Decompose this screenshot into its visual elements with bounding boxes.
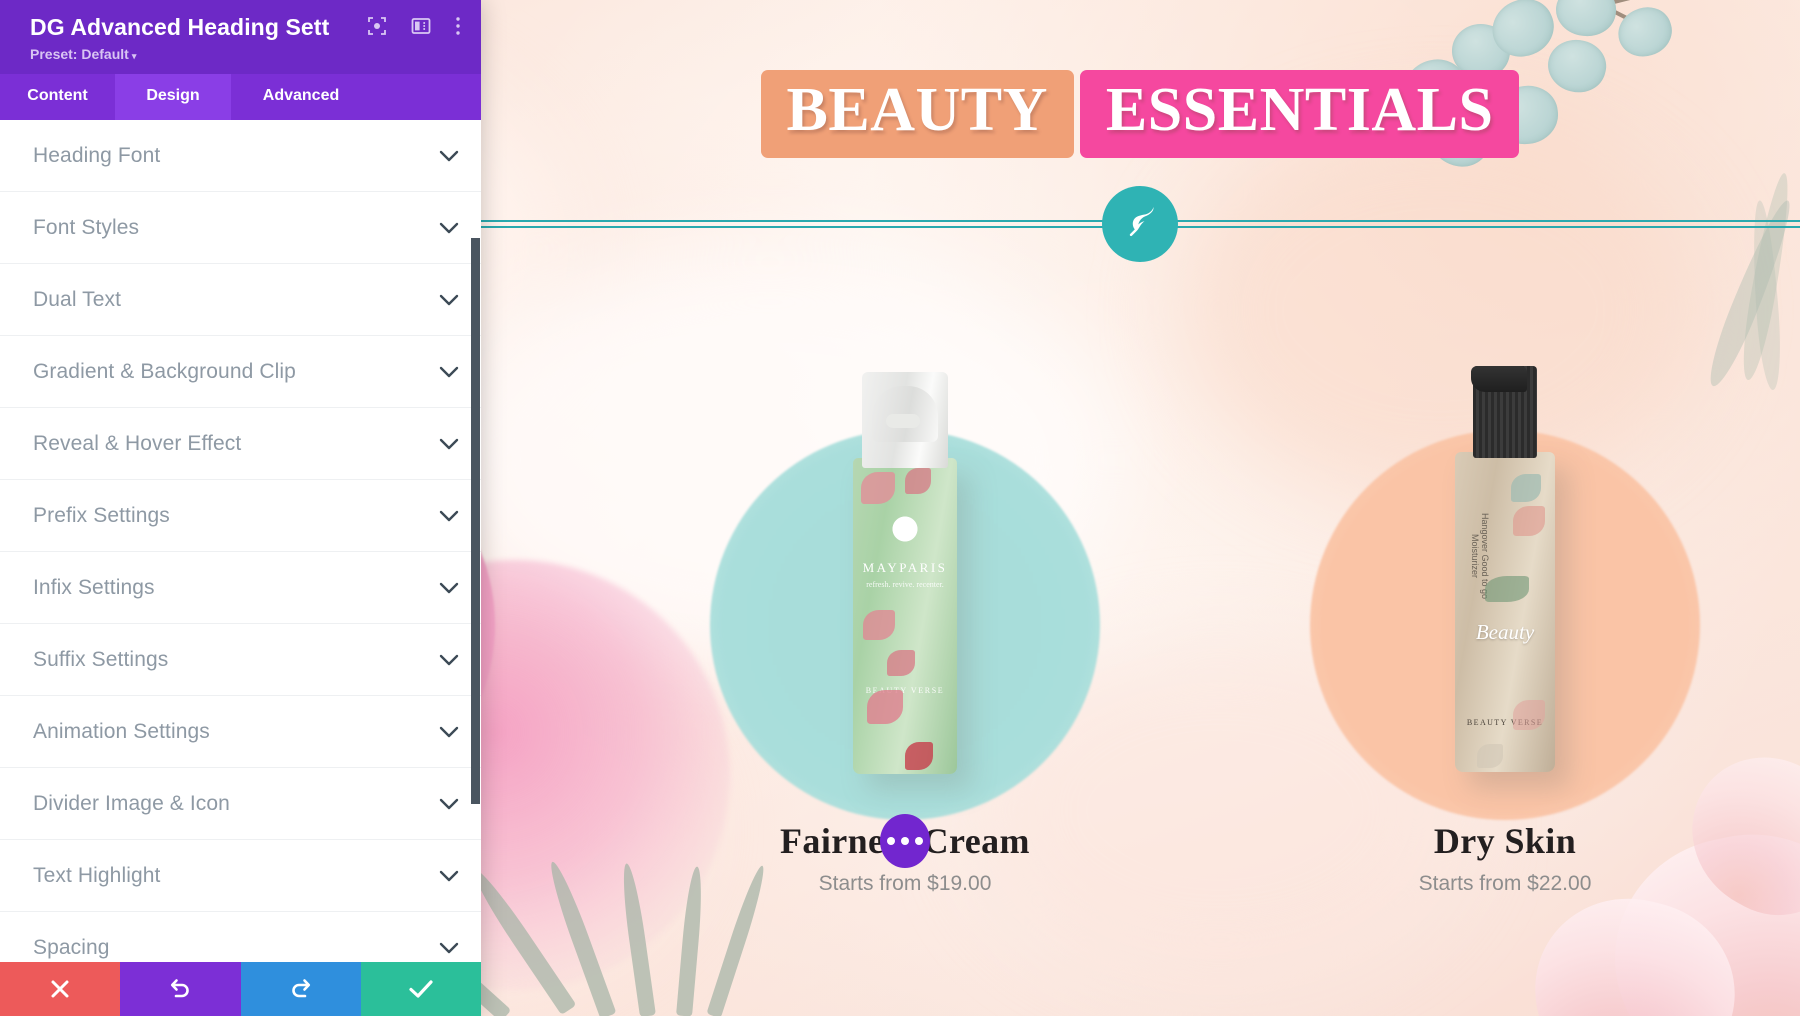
section-label: Dual Text	[33, 287, 122, 311]
chevron-down-icon	[439, 510, 459, 522]
sidebar-item-divider-image-icon[interactable]: Divider Image & Icon	[0, 768, 481, 840]
advanced-heading-module[interactable]: BEAUTY ESSENTIALS	[480, 70, 1800, 262]
chevron-down-icon	[439, 438, 459, 450]
dual-heading: BEAUTY ESSENTIALS	[760, 70, 1520, 158]
page-title: DG Advanced Heading Setti...	[30, 14, 330, 40]
chevron-down-icon	[439, 294, 459, 306]
redo-icon	[289, 977, 313, 1001]
leaf-icon	[1121, 202, 1159, 245]
product-price: Starts from $19.00	[818, 872, 992, 895]
chevron-down-icon	[439, 150, 459, 162]
preset-label: Preset: Default	[30, 46, 129, 62]
chevron-down-icon	[439, 654, 459, 666]
sidebar-item-text-highlight[interactable]: Text Highlight	[0, 840, 481, 912]
sidebar-item-dual-text[interactable]: Dual Text	[0, 264, 481, 336]
tab-design[interactable]: Design	[115, 74, 231, 120]
section-label: Font Styles	[33, 215, 140, 239]
dot-icon	[887, 837, 895, 845]
layout-icon[interactable]	[411, 17, 431, 35]
undo-button[interactable]	[120, 962, 241, 1016]
lotus-logo-icon	[890, 514, 920, 544]
panel-scrollbar[interactable]	[471, 238, 480, 804]
undo-icon	[168, 977, 192, 1001]
heading-suffix: ESSENTIALS	[1079, 70, 1520, 158]
divider-badge	[1102, 185, 1178, 262]
chevron-down-icon	[439, 726, 459, 738]
sidebar-item-heading-font[interactable]: Heading Font	[0, 120, 481, 192]
bottle-footer: BEAUTY VERSE	[865, 686, 945, 695]
sidebar-item-gradient-background-clip[interactable]: Gradient & Background Clip	[0, 336, 481, 408]
sidebar-item-infix-settings[interactable]: Infix Settings	[0, 552, 481, 624]
section-label: Text Highlight	[33, 863, 161, 887]
chevron-down-icon	[439, 582, 459, 594]
tab-content[interactable]: Content	[0, 74, 115, 120]
save-button[interactable]	[360, 962, 481, 1016]
chevron-down-icon	[439, 942, 459, 954]
dot-icon	[915, 837, 923, 845]
sidebar-item-animation-settings[interactable]: Animation Settings	[0, 696, 481, 768]
chevron-down-icon	[439, 222, 459, 234]
close-icon	[49, 978, 71, 1000]
tab-advanced[interactable]: Advanced	[231, 74, 371, 120]
redo-button[interactable]	[240, 962, 361, 1016]
product-options-badge[interactable]	[880, 814, 930, 868]
sidebar-item-spacing[interactable]: Spacing	[0, 912, 481, 962]
section-label: Gradient & Background Clip	[33, 359, 296, 383]
builder-screen: BEAUTY ESSENTIALS MAYPARIS refresh. revi…	[0, 0, 1800, 1016]
section-label: Infix Settings	[33, 575, 155, 599]
section-label: Prefix Settings	[33, 503, 170, 527]
panel-action-bar	[0, 962, 481, 1016]
sidebar-item-prefix-settings[interactable]: Prefix Settings	[0, 480, 481, 552]
cancel-button[interactable]	[0, 962, 121, 1016]
chevron-down-icon	[439, 798, 459, 810]
focus-icon[interactable]	[367, 16, 387, 36]
product-title: Dry Skin	[1433, 821, 1577, 861]
chevron-down-icon	[439, 366, 459, 378]
section-label: Animation Settings	[33, 719, 210, 743]
chevron-down-icon: ▾	[131, 51, 137, 61]
settings-section-list: Heading Font Font Styles Dual Text Gradi…	[0, 120, 481, 962]
product-price: Starts from $22.00	[1418, 872, 1592, 895]
preset-selector[interactable]: Preset: Default ▾	[30, 46, 463, 62]
section-label: Suffix Settings	[33, 647, 169, 671]
chevron-down-icon	[439, 870, 459, 882]
bottle-tagline: refresh. revive. recenter.	[866, 580, 944, 589]
panel-tabs: Content Design Advanced	[0, 74, 481, 120]
section-label: Divider Image & Icon	[33, 791, 230, 815]
section-label: Heading Font	[33, 143, 161, 167]
sidebar-item-reveal-hover-effect[interactable]: Reveal & Hover Effect	[0, 408, 481, 480]
section-label: Reveal & Hover Effect	[33, 431, 242, 455]
dot-icon	[901, 837, 909, 845]
sidebar-item-suffix-settings[interactable]: Suffix Settings	[0, 624, 481, 696]
heading-prefix: BEAUTY	[760, 70, 1074, 158]
section-label: Spacing	[33, 935, 110, 959]
module-settings-panel: DG Advanced Heading Setti... Preset: Def…	[0, 0, 481, 1016]
more-options-icon[interactable]	[455, 16, 461, 36]
check-icon	[408, 978, 434, 1000]
heading-divider	[480, 185, 1800, 262]
bottle-brand: MAYPARIS	[862, 560, 948, 575]
panel-header: DG Advanced Heading Setti... Preset: Def…	[0, 0, 481, 74]
sidebar-item-font-styles[interactable]: Font Styles	[0, 192, 481, 264]
bottle-brand: Beauty	[1475, 620, 1535, 644]
panel-header-icons	[367, 16, 461, 36]
